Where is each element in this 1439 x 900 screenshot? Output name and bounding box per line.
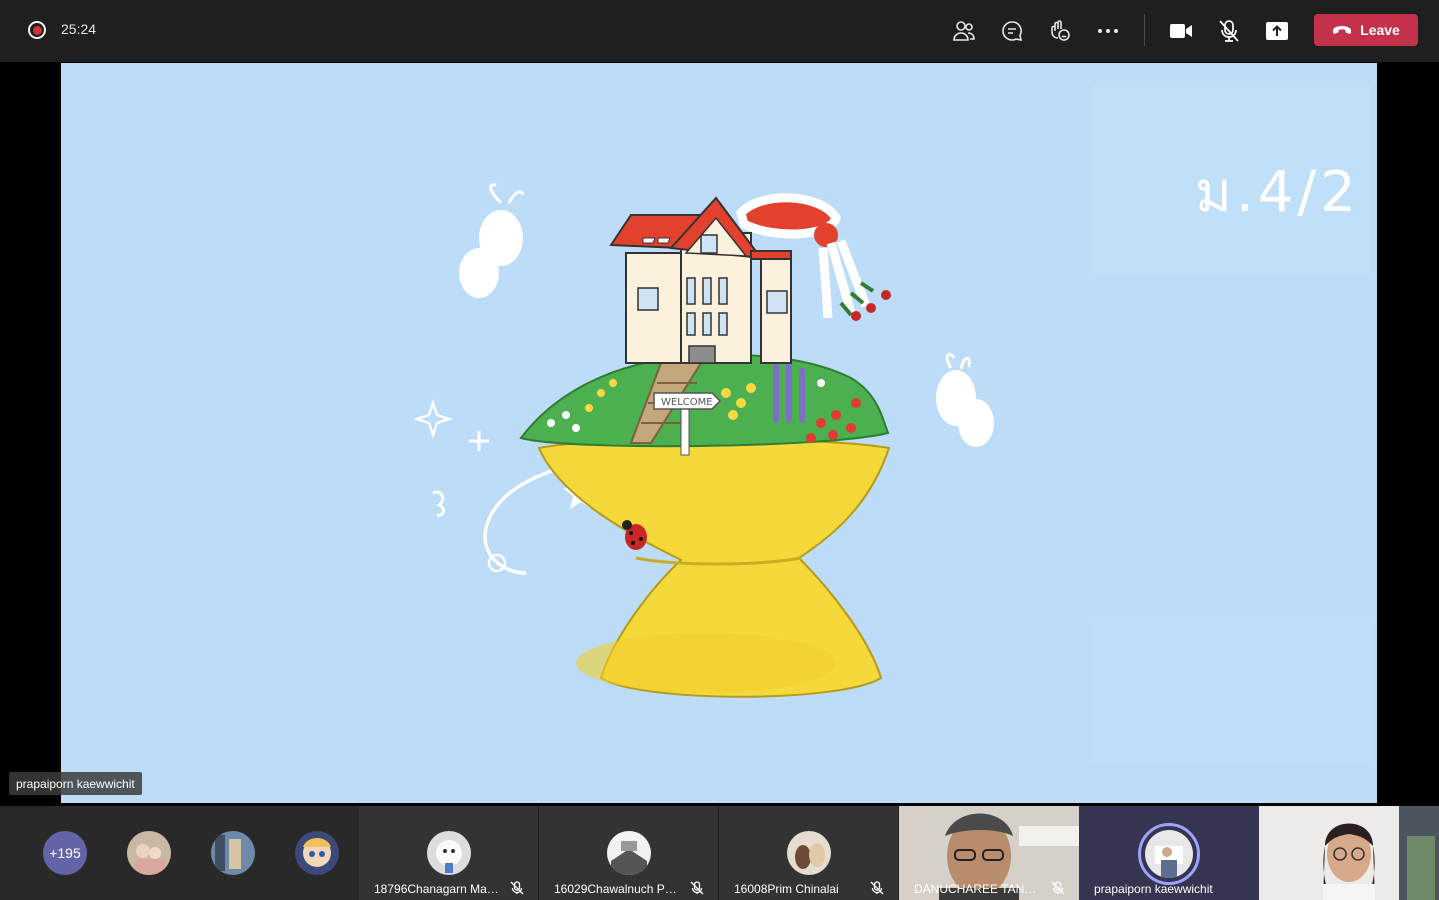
mic-off-icon [870,881,884,895]
participant-tile[interactable]: 16008Prim Chinalai [719,806,898,900]
recording-icon [28,21,46,39]
phone-icon [1333,26,1352,34]
meeting-timer: 25:24 [61,21,97,37]
participant-video [1259,806,1439,900]
participant-video-tile[interactable]: DANUCHAREE TANTH... [899,806,1079,900]
participant-gallery: +195 18796Chanagarn Mar... 16029Chawalnu… [0,806,1439,900]
chat-icon[interactable] [998,17,1026,45]
participant-tile[interactable]: 18796Chanagarn Mar... [359,806,538,900]
participant-name: prapaiporn kaewwichit [1094,882,1213,896]
participant-name: DANUCHAREE TANTH... [914,882,1039,896]
leave-button[interactable]: Leave [1314,14,1418,46]
shared-screen: WELCOME ม.4/2 [61,63,1377,803]
participant-name: 16008Prim Chinalai [734,882,839,896]
slide-illustration: WELCOME [413,83,1371,763]
participant-name: 18796Chanagarn Mar... [374,882,499,896]
people-icon[interactable] [950,17,978,45]
avatar [607,831,651,875]
reactions-icon[interactable] [1046,17,1074,45]
avatar [1138,823,1200,885]
welcome-sign-text: WELCOME [661,397,713,408]
main-stage: WELCOME ม.4/2 prapaiporn kaewwichit [0,62,1439,804]
participant-tile-speaking[interactable]: prapaiporn kaewwichit [1079,806,1259,900]
presenter-name-tag: prapaiporn kaewwichit [9,772,142,795]
leave-label: Leave [1360,22,1400,38]
share-icon[interactable] [1263,17,1291,45]
mic-off-icon [1051,881,1065,895]
avatar [787,831,831,875]
overflow-participants-badge[interactable]: +195 [43,831,87,875]
avatar[interactable] [295,831,339,875]
camera-icon[interactable] [1167,17,1195,45]
mic-off-icon [510,881,524,895]
mic-off-icon[interactable] [1215,17,1243,45]
avatar[interactable] [127,831,171,875]
participant-name: 16029Chawalnuch Plu... [554,882,679,896]
avatar [427,831,471,875]
more-icon[interactable] [1094,17,1122,45]
avatar[interactable] [211,831,255,875]
class-label: ม.4/2 [1195,160,1360,225]
butterfly-left [459,183,525,298]
participant-tile[interactable]: 16029Chawalnuch Plu... [539,806,718,900]
avatar-strip: +195 [0,806,359,900]
butterfly-right [936,352,994,447]
toolbar-divider [1144,14,1145,46]
mic-off-icon [690,881,704,895]
participant-video-tile[interactable] [1259,806,1439,900]
meeting-top-bar: 25:24 Leave [0,0,1439,62]
